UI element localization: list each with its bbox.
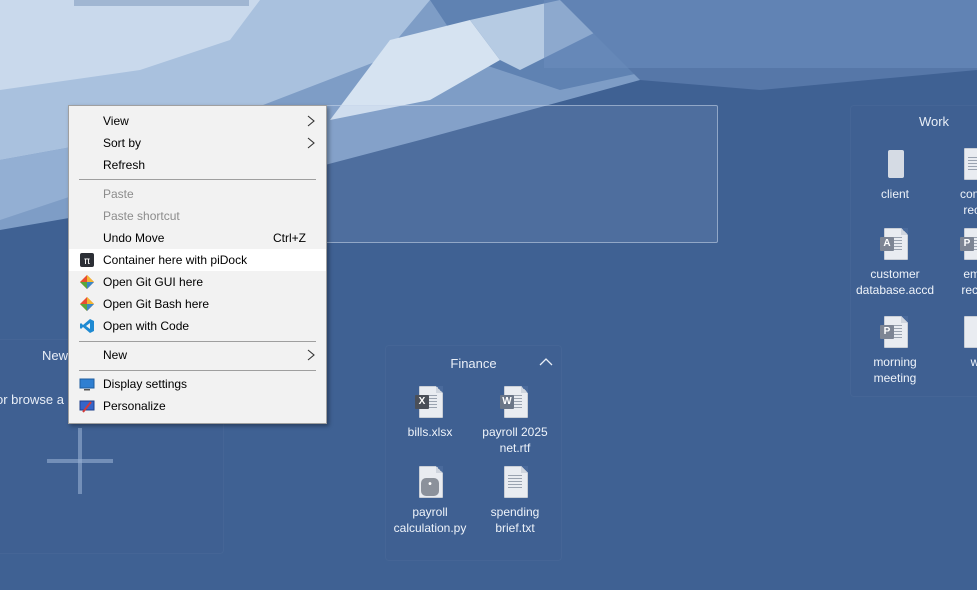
- fence-work-title: Work: [918, 114, 950, 129]
- menu-item-label: New: [103, 348, 128, 362]
- menu-item-label: Open Git Bash here: [103, 297, 210, 311]
- file-emp[interactable]: P emp recor: [935, 228, 977, 298]
- file-label: comm reco: [960, 187, 977, 217]
- svg-text:π: π: [84, 256, 90, 267]
- file-w[interactable]: w: [935, 316, 977, 370]
- personalize-icon: [79, 398, 95, 414]
- menu-item-label: Open Git GUI here: [103, 275, 204, 289]
- display-icon: [79, 376, 95, 392]
- excel-icon: X: [415, 395, 429, 409]
- menu-item-view[interactable]: View: [69, 110, 326, 132]
- file-label: emp recor: [961, 267, 977, 297]
- menu-item-label: Container here with piDock: [103, 253, 248, 267]
- menu-item-label: Paste: [103, 187, 134, 201]
- folder-icon: [888, 150, 904, 178]
- file-label: morning meeting: [873, 355, 917, 385]
- document-icon: [964, 316, 977, 348]
- pidock-icon: π: [79, 252, 95, 268]
- file-label: client: [880, 187, 909, 201]
- git-icon: [79, 274, 95, 290]
- file-label: spending brief.txt: [490, 505, 540, 535]
- menu-item-pidock[interactable]: π Container here with piDock: [69, 249, 326, 271]
- menu-item-label: Undo Move: [103, 231, 165, 245]
- file-spending[interactable]: spending brief.txt: [475, 466, 555, 536]
- file-payroll-rtf[interactable]: W payroll 2025 net.rtf: [475, 386, 555, 456]
- fence-new-hint: or browse a: [0, 392, 64, 407]
- menu-item-label: Personalize: [103, 399, 166, 413]
- python-icon: •: [421, 478, 439, 496]
- file-label: w: [970, 355, 977, 369]
- menu-item-refresh[interactable]: Refresh: [69, 154, 326, 176]
- chevron-right-icon: [306, 114, 316, 128]
- selection-rectangle: [324, 105, 718, 243]
- file-bills[interactable]: X bills.xlsx: [390, 386, 470, 440]
- menu-item-sort-by[interactable]: Sort by: [69, 132, 326, 154]
- menu-item-shortcut: Ctrl+Z: [273, 231, 306, 245]
- add-icon[interactable]: [47, 428, 113, 494]
- menu-item-label: Sort by: [103, 136, 142, 150]
- file-label: payroll 2025 net.rtf: [482, 425, 548, 455]
- menu-item-label: Refresh: [103, 158, 146, 172]
- menu-separator: [79, 179, 316, 180]
- context-menu: View Sort by Refresh Paste Paste shortcu…: [68, 105, 327, 424]
- menu-item-git-bash[interactable]: Open Git Bash here: [69, 293, 326, 315]
- powerpoint-icon: P: [960, 237, 974, 251]
- file-comm[interactable]: comm reco: [935, 148, 977, 218]
- menu-item-git-gui[interactable]: Open Git GUI here: [69, 271, 326, 293]
- menu-separator: [79, 370, 316, 371]
- fence-finance[interactable]: Finance X bills.xlsx W payroll 2025 net.…: [386, 346, 561, 560]
- menu-item-new[interactable]: New: [69, 344, 326, 366]
- collapse-icon[interactable]: [539, 354, 553, 366]
- menu-item-label: Open with Code: [103, 319, 190, 333]
- file-morning-meeting[interactable]: P morning meeting: [855, 316, 935, 386]
- vscode-icon: [79, 318, 95, 334]
- file-label: customer database.accd: [855, 267, 935, 297]
- menu-item-personalize[interactable]: Personalize: [69, 395, 326, 417]
- word-icon: W: [500, 395, 514, 409]
- menu-item-display-settings[interactable]: Display settings: [69, 373, 326, 395]
- menu-item-label: Display settings: [103, 377, 188, 391]
- menu-item-undo-move[interactable]: Undo Move Ctrl+Z: [69, 227, 326, 249]
- menu-item-paste[interactable]: Paste: [69, 183, 326, 205]
- file-customer-db[interactable]: A customer database.accd: [855, 228, 935, 298]
- fence-finance-title: Finance: [450, 356, 497, 371]
- chevron-right-icon: [306, 348, 316, 362]
- fence-work[interactable]: Work client comm reco A customer databas…: [851, 106, 977, 396]
- chevron-right-icon: [306, 136, 316, 150]
- menu-item-label: View: [103, 114, 129, 128]
- file-label: bills.xlsx: [407, 425, 453, 439]
- menu-item-open-with-code[interactable]: Open with Code: [69, 315, 326, 337]
- menu-item-label: Paste shortcut: [103, 209, 180, 223]
- menu-separator: [79, 341, 316, 342]
- file-label: payroll calculation.py: [393, 505, 467, 535]
- folder-client[interactable]: client: [855, 148, 935, 202]
- git-icon: [79, 296, 95, 312]
- access-icon: A: [880, 237, 894, 251]
- file-payroll-py[interactable]: • payroll calculation.py: [390, 466, 470, 536]
- menu-item-paste-shortcut[interactable]: Paste shortcut: [69, 205, 326, 227]
- fence-new-title: New: [42, 348, 69, 363]
- powerpoint-icon: P: [880, 325, 894, 339]
